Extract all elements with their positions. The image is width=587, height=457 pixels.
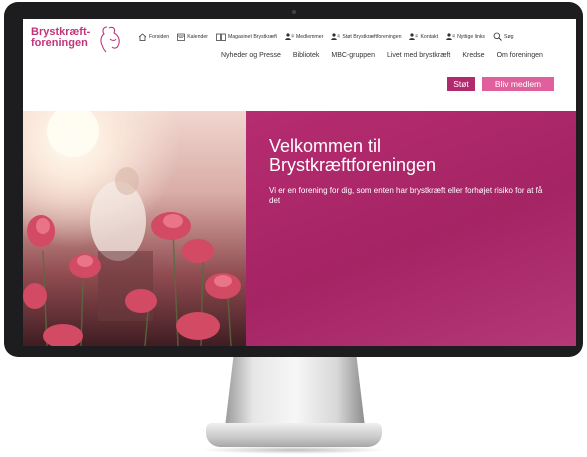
mainnav-bibliotek[interactable]: Bibliotek: [293, 52, 319, 59]
topnav-nyttige-links[interactable]: Nyttige links: [446, 33, 485, 40]
calendar-icon: [177, 33, 186, 41]
people-icon: [446, 33, 455, 40]
mainnav-mbc-gruppen[interactable]: MBC-gruppen: [331, 52, 375, 59]
topnav-kalender[interactable]: Kalender: [177, 33, 208, 41]
woman-silhouette-icon: [100, 26, 120, 53]
topnav-label: Medlemmer: [295, 33, 324, 40]
support-button[interactable]: Støt: [447, 77, 475, 91]
mainnav-nyheder[interactable]: Nyheder og Presse: [221, 52, 281, 59]
become-member-button[interactable]: Bliv medlem: [482, 77, 554, 91]
topnav-magasinet[interactable]: Magasinet Brystkræft: [216, 33, 277, 41]
topnav-label: Magasinet Brystkræft: [227, 33, 277, 40]
top-utility-nav: Forsiden Kalender Magasinet Brystkræft M…: [138, 32, 514, 41]
search-icon: [493, 32, 502, 41]
topnav-label: Forsiden: [149, 33, 170, 40]
topnav-sog[interactable]: Søg: [493, 32, 514, 41]
people-icon: [331, 33, 341, 40]
site-logo[interactable]: Brystkræft- foreningen: [31, 26, 120, 53]
topnav-label: Søg: [504, 33, 514, 40]
topnav-label: Kontakt: [420, 33, 439, 40]
mainnav-kredse[interactable]: Kredse: [462, 52, 484, 59]
topnav-label: Støt Brystkræftforeningen: [342, 33, 402, 40]
monitor-screen: Brystkræft- foreningen Forsiden Kalender…: [23, 19, 576, 346]
topnav-stot-foreningen[interactable]: Støt Brystkræftforeningen: [331, 33, 401, 40]
mainnav-livet-med-brystkraeft[interactable]: Livet med brystkræft: [387, 52, 450, 59]
house-icon: [138, 32, 147, 41]
hero-banner: Velkommen til Brystkræftforeningen Vi er…: [23, 111, 576, 346]
topnav-label: Nyttige links: [457, 33, 486, 40]
topnav-label: Kalender: [187, 33, 208, 40]
topnav-forsiden[interactable]: Forsiden: [138, 32, 170, 41]
people-icon: [409, 33, 419, 40]
people-icon: [285, 33, 294, 40]
site-header: Brystkræft- foreningen Forsiden Kalender…: [23, 19, 576, 111]
monitor-stand-base: [206, 423, 382, 447]
hero-subtitle: Vi er en forening for dig, som enten har…: [269, 186, 543, 205]
main-nav: Nyheder og Presse Bibliotek MBC-gruppen …: [221, 52, 543, 59]
book-icon: [216, 33, 226, 41]
flower-field-image: [23, 111, 241, 346]
logo-line-2: foreningen: [31, 37, 88, 49]
camera-dot: [292, 10, 296, 14]
hero-photo: [23, 111, 246, 346]
topnav-kontakt[interactable]: Kontakt: [409, 33, 438, 40]
hero-title: Velkommen til Brystkræftforeningen: [269, 136, 437, 175]
hero-panel: Velkommen til Brystkræftforeningen Vi er…: [246, 111, 576, 346]
mainnav-om-foreningen[interactable]: Om foreningen: [497, 52, 543, 59]
monitor-stand-neck: [225, 357, 365, 427]
topnav-medlemmer[interactable]: Medlemmer: [285, 33, 323, 40]
monitor-stand-shadow: [200, 446, 388, 454]
